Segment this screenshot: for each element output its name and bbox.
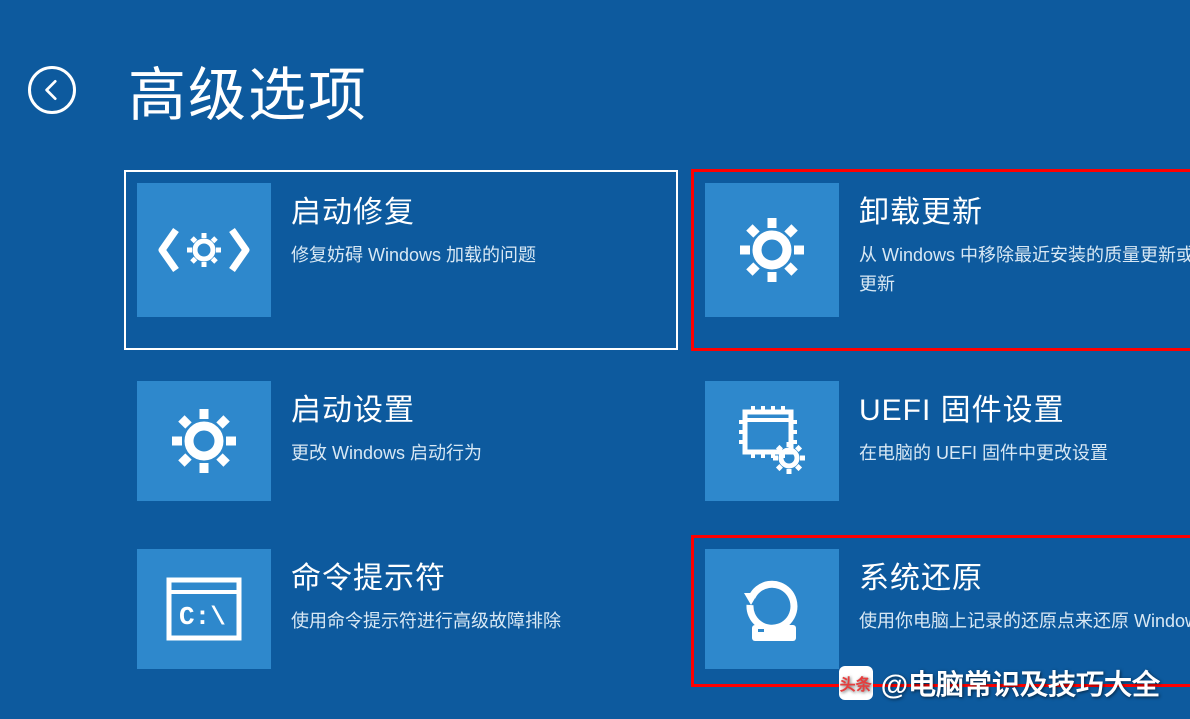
back-button[interactable] <box>28 66 76 114</box>
tile-desc: 修复妨碍 Windows 加载的问题 <box>291 241 665 270</box>
cmd-icon: C:\ <box>137 549 271 669</box>
option-startup-repair[interactable]: 启动修复 修复妨碍 Windows 加载的问题 <box>124 170 678 350</box>
tile-title: UEFI 固件设置 <box>859 385 1190 429</box>
watermark-logo-text: 头条 <box>840 671 872 695</box>
tile-text: 卸载更新 从 Windows 中移除最近安装的质量更新或功能更新 <box>839 183 1190 299</box>
tile-title: 卸载更新 <box>859 187 1190 231</box>
tile-desc: 在电脑的 UEFI 固件中更改设置 <box>859 439 1190 468</box>
tile-desc: 更改 Windows 启动行为 <box>291 439 665 468</box>
tile-title: 启动修复 <box>291 187 665 231</box>
uefi-chip-icon <box>705 381 839 501</box>
tile-title: 系统还原 <box>859 553 1190 597</box>
arrow-left-icon <box>39 77 65 103</box>
watermark-logo-icon: 头条 <box>839 666 873 700</box>
header: 高级选项 <box>0 0 1190 132</box>
tile-desc: 使用命令提示符进行高级故障排除 <box>291 607 665 636</box>
options-grid: 启动修复 修复妨碍 Windows 加载的问题 卸载更新 从 Windows <box>0 132 1190 686</box>
watermark-text: @电脑常识及技巧大全 <box>881 663 1160 703</box>
gear-icon <box>137 381 271 501</box>
code-gear-icon <box>137 183 271 317</box>
tile-text: 启动设置 更改 Windows 启动行为 <box>271 381 665 468</box>
tile-title: 启动设置 <box>291 385 665 429</box>
restore-icon <box>705 549 839 669</box>
tile-desc: 使用你电脑上记录的还原点来还原 Windows <box>859 607 1190 636</box>
option-uninstall-updates[interactable]: 卸载更新 从 Windows 中移除最近安装的质量更新或功能更新 <box>692 170 1190 350</box>
tile-desc: 从 Windows 中移除最近安装的质量更新或功能更新 <box>859 241 1190 299</box>
tile-text: UEFI 固件设置 在电脑的 UEFI 固件中更改设置 <box>839 381 1190 468</box>
gear-icon <box>705 183 839 317</box>
watermark: 头条 @电脑常识及技巧大全 <box>839 663 1160 703</box>
option-uefi-firmware[interactable]: UEFI 固件设置 在电脑的 UEFI 固件中更改设置 <box>692 368 1190 518</box>
tile-text: 启动修复 修复妨碍 Windows 加载的问题 <box>271 183 665 270</box>
option-command-prompt[interactable]: C:\ 命令提示符 使用命令提示符进行高级故障排除 <box>124 536 678 686</box>
tile-title: 命令提示符 <box>291 553 665 597</box>
option-startup-settings[interactable]: 启动设置 更改 Windows 启动行为 <box>124 368 678 518</box>
svg-text:C:\: C:\ <box>179 602 226 632</box>
page-title: 高级选项 <box>128 48 368 132</box>
tile-text: 命令提示符 使用命令提示符进行高级故障排除 <box>271 549 665 636</box>
tile-text: 系统还原 使用你电脑上记录的还原点来还原 Windows <box>839 549 1190 636</box>
